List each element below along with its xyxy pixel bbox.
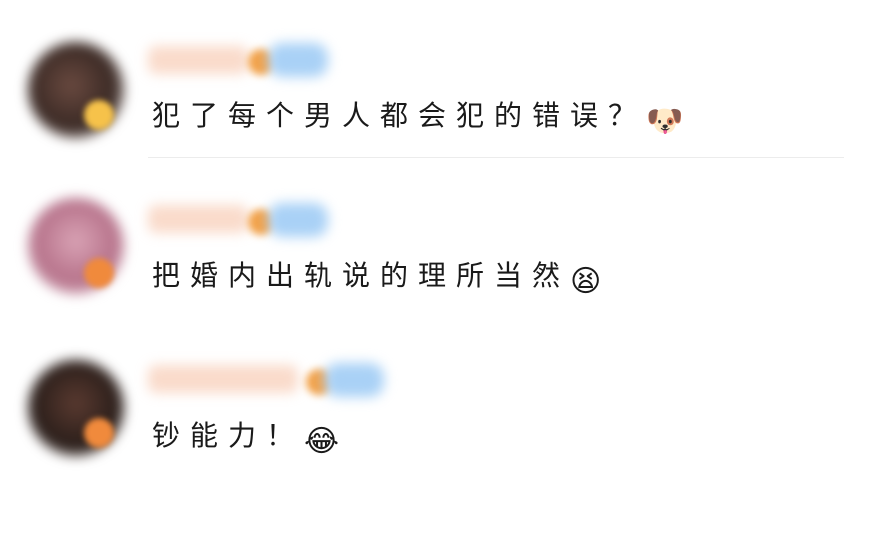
comment-text: 把婚内出轨说的理所当然😫 — [152, 254, 601, 299]
user-badge-icon — [84, 100, 114, 130]
comment-text: 犯了每个男人都会犯的错误？🐶 — [152, 94, 683, 139]
username-blurred[interactable] — [148, 205, 248, 233]
user-badge-icon — [84, 418, 114, 448]
comment-text-content: 犯了每个男人都会犯的错误？ — [152, 99, 647, 132]
vip-tag — [268, 203, 328, 237]
username-blurred[interactable] — [148, 46, 248, 74]
vip-tag — [268, 43, 328, 77]
username-blurred[interactable] — [148, 365, 298, 393]
laughing-tears-emoji-icon: 😂 — [304, 424, 340, 459]
tired-face-emoji-icon: 😫 — [570, 264, 602, 299]
doge-emoji-icon: 🐶 — [646, 104, 684, 139]
divider — [148, 157, 844, 158]
comment-text-content: 把婚内出轨说的理所当然 — [152, 259, 571, 292]
vip-tag — [324, 363, 384, 397]
comment-text: 钞能力！😂 — [152, 414, 339, 459]
user-badge-icon — [84, 258, 114, 288]
comment-text-content: 钞能力！ — [152, 419, 305, 452]
